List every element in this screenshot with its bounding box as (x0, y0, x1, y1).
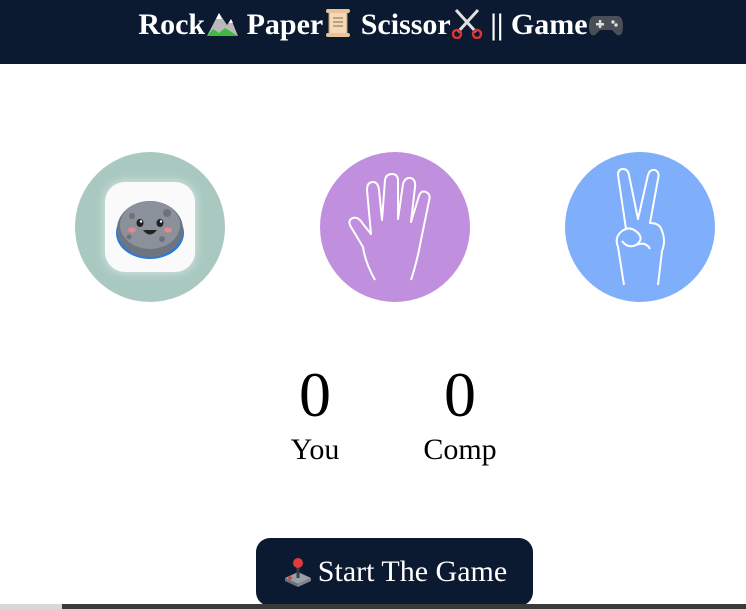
scissor-choice[interactable] (565, 152, 715, 302)
joystick-icon (282, 556, 314, 588)
computer-score: 0 Comp (400, 358, 520, 468)
title-scissor: Scissor (360, 8, 451, 41)
paper-choice[interactable] (320, 152, 470, 302)
title-paper: Paper (246, 8, 324, 41)
scrollbar-thumb[interactable] (0, 604, 62, 609)
page-title: Rock Paper Scissor || Game (122, 6, 623, 44)
rock-choice[interactable] (75, 152, 225, 302)
user-score: 0 You (255, 358, 375, 468)
title-rock: Rock (138, 8, 206, 41)
mountain-icon (205, 8, 239, 41)
user-score-value: 0 (299, 359, 331, 430)
open-hand-icon (348, 173, 431, 281)
title-game: || Game (490, 8, 588, 41)
gamepad-icon (588, 8, 624, 41)
victory-hand-icon (615, 168, 665, 286)
user-score-label: You (290, 433, 340, 466)
scissors-icon (451, 8, 483, 41)
horizontal-scrollbar[interactable] (0, 604, 746, 609)
start-game-label: Start The Game (317, 555, 508, 588)
scroll-icon (323, 8, 353, 41)
start-game-button[interactable]: Start The Game (256, 538, 533, 606)
rock-face-icon (105, 182, 195, 272)
computer-score-value: 0 (444, 359, 476, 430)
app-header: Rock Paper Scissor || Game (0, 0, 746, 64)
computer-score-label: Comp (423, 433, 497, 466)
